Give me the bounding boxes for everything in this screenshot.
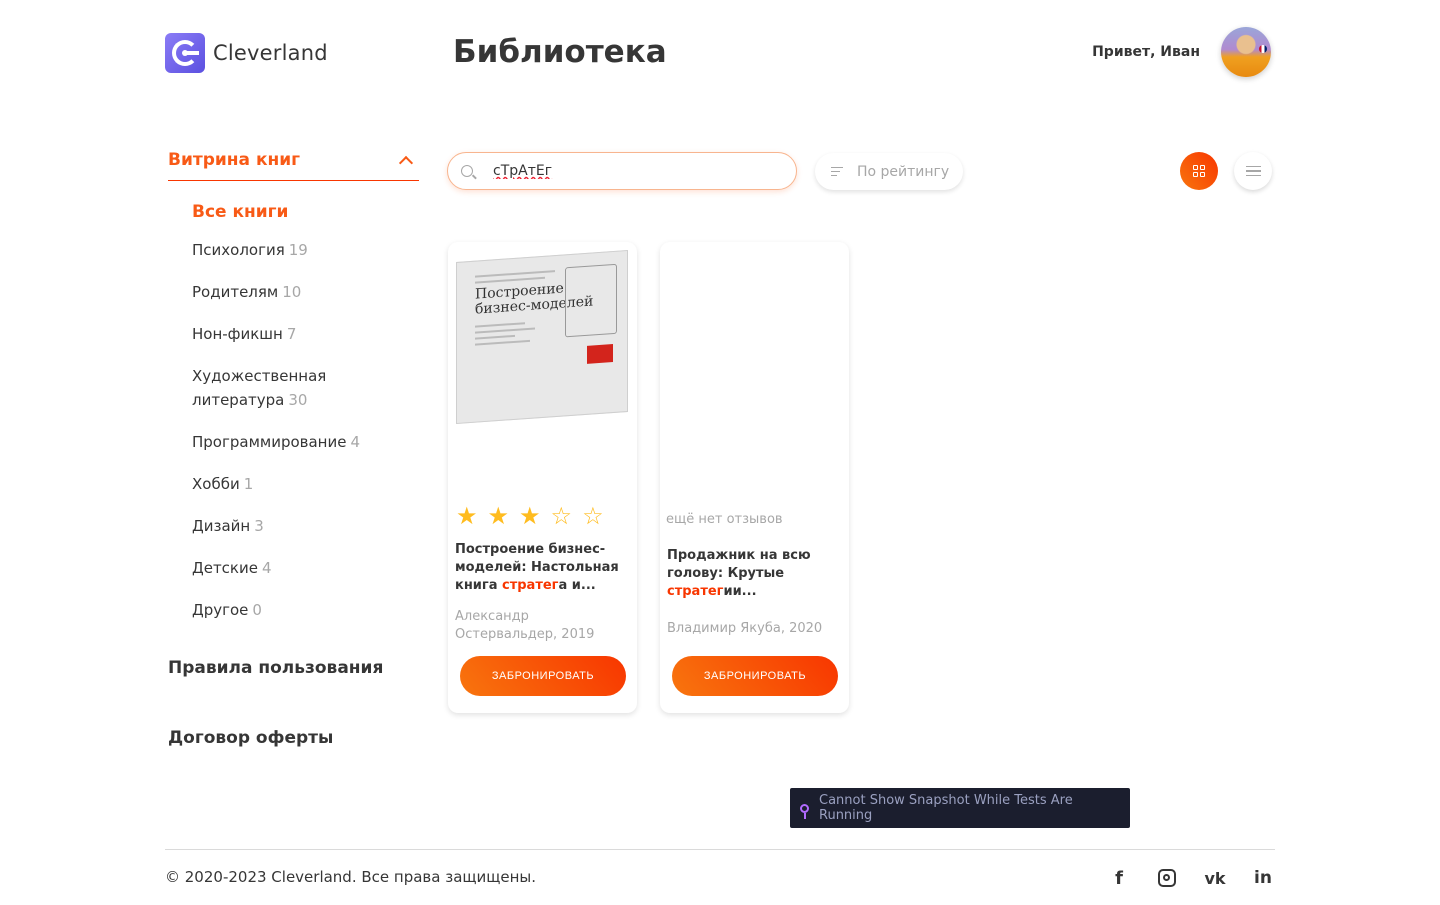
- category-count: 3: [254, 517, 264, 535]
- instagram-icon[interactable]: [1156, 867, 1178, 889]
- category-count: 30: [288, 391, 308, 409]
- showcase-title: Витрина книг: [168, 150, 301, 170]
- sidebar-category-item[interactable]: Детские 4: [192, 556, 419, 580]
- sidebar-category-item[interactable]: Хобби 1: [192, 472, 419, 496]
- user-greeting[interactable]: Привет, Иван: [1092, 44, 1200, 60]
- offer-contract-link[interactable]: Договор оферты: [168, 728, 333, 748]
- book-title: Построение бизнес-моделей: Настольная кн…: [455, 542, 619, 593]
- star-filled-icon: ★: [519, 502, 541, 530]
- sidebar: Витрина книг Все книги Психология 19 Родите…: [168, 150, 419, 640]
- category-list: Все книги Психология 19 Родителям 10 Нон-фикш…: [168, 200, 419, 622]
- chevron-up-icon: [398, 155, 414, 171]
- footer-divider: [165, 849, 1275, 850]
- search-bar[interactable]: [447, 152, 797, 190]
- reserve-button[interactable]: ЗАБРОНИРОВАТЬ: [672, 656, 838, 696]
- pin-icon: [800, 803, 809, 819]
- no-reviews-label: ещё нет отзывов: [666, 512, 783, 527]
- social-links: f vk in: [1108, 867, 1274, 889]
- star-empty-icon: ☆: [582, 502, 604, 530]
- category-label: Программирование: [192, 433, 347, 451]
- book-author: Владимир Якуба, 2020: [667, 621, 823, 636]
- category-label: Детские: [192, 559, 258, 577]
- reserve-button[interactable]: ЗАБРОНИРОВАТЬ: [460, 656, 626, 696]
- category-count: 4: [261, 559, 272, 577]
- sidebar-category-item[interactable]: Программирование 4: [192, 430, 419, 454]
- category-label: Хобби: [192, 475, 240, 493]
- search-highlight: стратег: [502, 578, 559, 593]
- category-label: Дизайн: [192, 517, 251, 535]
- category-count: 19: [288, 241, 308, 259]
- search-input[interactable]: [493, 163, 773, 179]
- sort-icon: [831, 166, 845, 178]
- grid-icon: [1193, 165, 1205, 177]
- category-label: Родителям: [192, 283, 279, 301]
- logo[interactable]: Cleverland: [165, 33, 328, 73]
- category-count: 1: [243, 475, 254, 493]
- category-label: Психология: [192, 241, 285, 259]
- brand-name: Cleverland: [213, 41, 328, 65]
- star-empty-icon: ☆: [550, 502, 573, 530]
- vk-icon[interactable]: vk: [1204, 867, 1226, 889]
- category-count: 0: [252, 601, 262, 619]
- book-card[interactable]: Построение бизнес-моделей ★ ★ ★ ☆ ☆ Построен…: [448, 242, 637, 713]
- grid-view-button[interactable]: [1180, 152, 1218, 190]
- book-card[interactable]: ещё нет отзывов Продажник на всю голову:…: [660, 242, 849, 713]
- category-count: 7: [286, 325, 297, 343]
- category-label: Нон-фикшн: [192, 325, 283, 343]
- avatar[interactable]: [1221, 27, 1271, 77]
- search-icon: [461, 165, 473, 177]
- book-author: Александр Остервальдер, 2019: [455, 609, 595, 642]
- list-view-button[interactable]: [1234, 152, 1272, 190]
- page-title: Библиотека: [453, 34, 667, 70]
- rating-stars: ★ ★ ★ ☆ ☆: [456, 504, 604, 528]
- book-title: Продажник на всю голову: Крутые стратеги…: [667, 548, 811, 599]
- sidebar-category-item[interactable]: Нон-фикшн 7: [192, 322, 419, 346]
- category-count: 4: [350, 433, 361, 451]
- logo-icon: [165, 33, 205, 73]
- copyright: © 2020-2023 Cleverland. Все права защище…: [165, 868, 537, 886]
- sort-button[interactable]: По рейтингу: [815, 153, 963, 190]
- sidebar-category-item[interactable]: Все книги: [192, 200, 419, 224]
- sidebar-category-item[interactable]: Художественная литература 30: [192, 364, 419, 412]
- sidebar-category-item[interactable]: Родителям 10: [192, 280, 419, 304]
- category-count: 10: [282, 283, 302, 301]
- linkedin-icon[interactable]: in: [1252, 867, 1274, 889]
- facebook-icon[interactable]: f: [1108, 867, 1130, 889]
- category-label: Все книги: [192, 202, 289, 222]
- book-cover: Построение бизнес-моделей: [456, 249, 629, 430]
- star-filled-icon: ★: [456, 502, 478, 530]
- flag-icon: [1259, 45, 1267, 53]
- snapshot-toast: Cannot Show Snapshot While Tests Are Run…: [790, 788, 1130, 828]
- sidebar-category-item[interactable]: Дизайн 3: [192, 514, 419, 538]
- sort-label: По рейтингу: [857, 163, 950, 180]
- category-label: Другое: [192, 601, 249, 619]
- terms-of-use-link[interactable]: Правила пользования: [168, 658, 383, 678]
- search-highlight: стратег: [667, 584, 724, 599]
- sidebar-category-item[interactable]: Психология 19: [192, 238, 419, 262]
- toast-message: Cannot Show Snapshot While Tests Are Run…: [819, 793, 1073, 823]
- sidebar-category-item[interactable]: Другое 0: [192, 598, 419, 622]
- showcase-toggle[interactable]: Витрина книг: [168, 150, 419, 181]
- list-icon: [1245, 165, 1261, 168]
- book-cover: [668, 250, 841, 430]
- star-filled-icon: ★: [487, 502, 510, 530]
